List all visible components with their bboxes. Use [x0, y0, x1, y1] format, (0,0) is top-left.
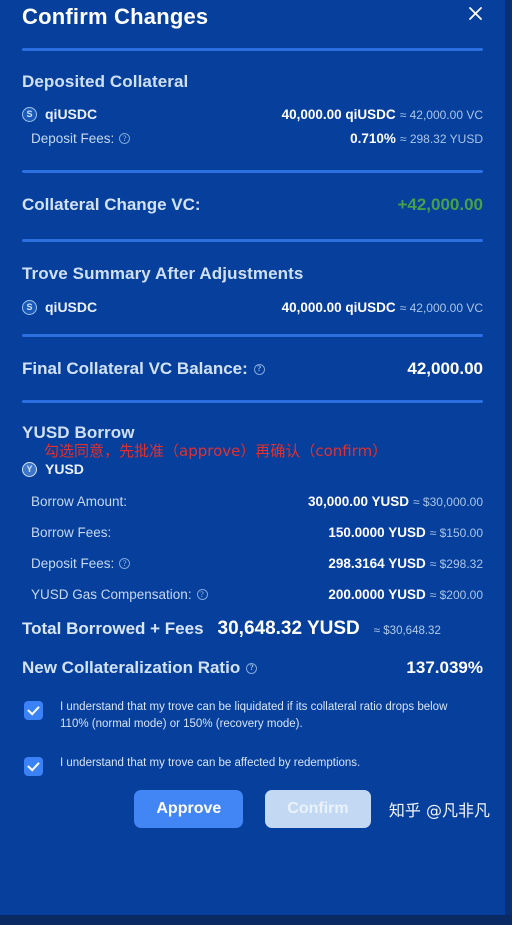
divider-final-balance: [22, 334, 483, 337]
total-borrowed-row: Total Borrowed + Fees 30,648.32 YUSD ≈ $…: [22, 618, 483, 640]
new-ratio-row: New Collateralization Ratio ? 137.039%: [22, 658, 483, 678]
row-label: Borrow Fees:: [31, 525, 112, 540]
divider-header: [22, 48, 483, 51]
yusd-borrow-section: YUSD Borrow 勾选同意，先批准（approve）再确认（confirm…: [22, 423, 483, 602]
page-title: Confirm Changes: [22, 4, 209, 29]
total-borrowed-label: Total Borrowed + Fees: [22, 619, 204, 638]
yusd-coin-icon: Y: [22, 461, 37, 477]
annotation-text: 勾选同意，先批准（approve）再确认（confirm）: [44, 442, 388, 460]
acknowledgement-label: I understand that my trove can be affect…: [60, 757, 361, 769]
confirm-button[interactable]: Confirm: [265, 790, 371, 828]
acknowledgement-row-liquidation: I understand that my trove can be liquid…: [22, 699, 483, 733]
info-icon[interactable]: ?: [196, 589, 208, 600]
dialog-header: Confirm Changes: [22, 0, 483, 44]
deposit-fees-value-group: 0.710% ≈ 298.32 YUSD: [350, 131, 483, 146]
borrow-fees-label-group: Borrow Fees:: [31, 525, 111, 540]
new-ratio-label-group: New Collateralization Ratio ?: [22, 658, 258, 678]
qiusdc-coin-icon: S: [22, 106, 37, 122]
gas-compensation-value-group: 200.0000 YUSD ≈ $200.00: [328, 587, 483, 602]
table-row: S qiUSDC 40,000.00 qiUSDC ≈ 42,000.00 VC: [22, 299, 483, 315]
deposit-fees-label-group: Deposit Fees: ?: [31, 131, 131, 146]
token-amount: 40,000.00 qiUSDC: [281, 106, 396, 122]
token-value-group: 40,000.00 qiUSDC ≈ 42,000.00 VC: [282, 300, 483, 315]
section-title-yusd-borrow: YUSD Borrow: [22, 423, 135, 442]
final-balance-label: Final Collateral VC Balance:: [22, 359, 248, 378]
qiusdc-coin-icon: S: [22, 299, 37, 315]
checkbox-redemptions[interactable]: [24, 757, 43, 776]
token-name: qiUSDC: [45, 106, 98, 122]
divider-trove: [22, 239, 483, 242]
row-label: Borrow Amount:: [31, 494, 128, 509]
row-label: YUSD Gas Compensation:: [31, 587, 192, 602]
table-row: S qiUSDC 40,000.00 qiUSDC ≈ 42,000.00 VC: [22, 106, 483, 122]
acknowledgement-label: I understand that my trove can be liquid…: [60, 701, 448, 730]
deposit-fees-approx: ≈ 298.32 YUSD: [399, 132, 483, 146]
token-name: qiUSDC: [45, 299, 98, 315]
bottom-edge-strip: [0, 915, 512, 925]
token-amount-approx: ≈ 42,000.00 VC: [399, 107, 483, 122]
table-row: Borrow Amount: 30,000.00 YUSD ≈ $30,000.…: [22, 494, 483, 509]
divider-yusd-borrow: [22, 400, 483, 403]
checkbox-liquidation[interactable]: [24, 701, 43, 720]
section-title-deposited-collateral: Deposited Collateral: [22, 72, 189, 91]
row-label: Deposit Fees:: [31, 556, 115, 571]
final-balance-label-group: Final Collateral VC Balance: ?: [22, 359, 265, 379]
total-borrowed-value: 30,648.32 YUSD: [217, 618, 360, 639]
new-ratio-value: 137.039%: [406, 658, 483, 677]
token-value-group: 40,000.00 qiUSDC ≈ 42,000.00 VC: [282, 107, 483, 122]
table-row: Deposit Fees: ? 298.3164 YUSD ≈ $298.32: [22, 556, 483, 571]
dialog-footer: Approve Confirm 知乎 @凡非凡: [22, 790, 490, 828]
final-balance-value: 42,000.00: [407, 359, 483, 378]
collateral-change-row: Collateral Change VC: +42,000.00: [22, 195, 483, 215]
token-amount-approx: ≈ 42,000.00 VC: [399, 300, 483, 315]
approve-button[interactable]: Approve: [134, 790, 244, 828]
table-row: Deposit Fees: ? 0.710% ≈ 298.32 YUSD: [22, 131, 483, 146]
acknowledgement-row-redemptions: I understand that my trove can be affect…: [22, 755, 483, 776]
borrow-amount-label-group: Borrow Amount:: [31, 494, 127, 509]
info-icon[interactable]: ?: [119, 133, 131, 144]
row-approx: ≈ $30,000.00: [413, 495, 483, 509]
section-title-trove-summary: Trove Summary After Adjustments: [22, 264, 304, 283]
collateral-change-value: +42,000.00: [397, 195, 483, 214]
close-icon[interactable]: [462, 0, 488, 26]
final-balance-row: Final Collateral VC Balance: ? 42,000.00: [22, 359, 483, 379]
token-amount: 40,000.00 qiUSDC: [281, 299, 396, 315]
deposit-fees-value: 0.710%: [350, 131, 396, 146]
yusd-token-row: Y YUSD: [22, 461, 483, 477]
token-label-group: S qiUSDC: [22, 299, 97, 315]
table-row: YUSD Gas Compensation: ? 200.0000 YUSD ≈…: [22, 587, 483, 602]
token-name: YUSD: [45, 461, 84, 477]
token-label-group: S qiUSDC: [22, 106, 97, 122]
row-approx: ≈ $200.00: [429, 588, 483, 602]
info-icon[interactable]: ?: [253, 363, 265, 375]
gas-compensation-label-group: YUSD Gas Compensation: ?: [31, 587, 208, 602]
new-ratio-label: New Collateralization Ratio: [22, 658, 241, 677]
right-edge-strip: [505, 0, 512, 915]
info-icon[interactable]: ?: [119, 558, 131, 569]
row-value: 30,000.00 YUSD: [307, 494, 410, 509]
row-value: 150.0000 YUSD: [328, 525, 426, 540]
info-icon[interactable]: ?: [246, 662, 258, 674]
collateral-change-label: Collateral Change VC:: [22, 195, 201, 214]
borrow-amount-value-group: 30,000.00 YUSD ≈ $30,000.00: [308, 494, 483, 509]
trove-summary-section: Trove Summary After Adjustments S qiUSDC…: [22, 264, 483, 315]
divider-collateral: [22, 170, 483, 173]
deposit-fees-value-group: 298.3164 YUSD ≈ $298.32: [328, 556, 483, 571]
row-value: 200.0000 YUSD: [328, 587, 426, 602]
deposit-fees-label-group: Deposit Fees: ?: [31, 556, 131, 571]
confirm-changes-dialog: Confirm Changes Deposited Collateral S q…: [0, 0, 505, 915]
deposit-fees-label: Deposit Fees:: [31, 131, 115, 146]
deposited-collateral-section: Deposited Collateral S qiUSDC 40,000.00 …: [22, 72, 483, 146]
table-row: Borrow Fees: 150.0000 YUSD ≈ $150.00: [22, 525, 483, 540]
borrow-fees-value-group: 150.0000 YUSD ≈ $150.00: [328, 525, 483, 540]
watermark: 知乎 @凡非凡: [388, 801, 490, 820]
row-value: 298.3164 YUSD: [328, 556, 426, 571]
row-approx: ≈ $298.32: [429, 557, 483, 571]
total-borrowed-approx: ≈ $30,648.32: [373, 625, 441, 637]
row-approx: ≈ $150.00: [429, 526, 483, 540]
